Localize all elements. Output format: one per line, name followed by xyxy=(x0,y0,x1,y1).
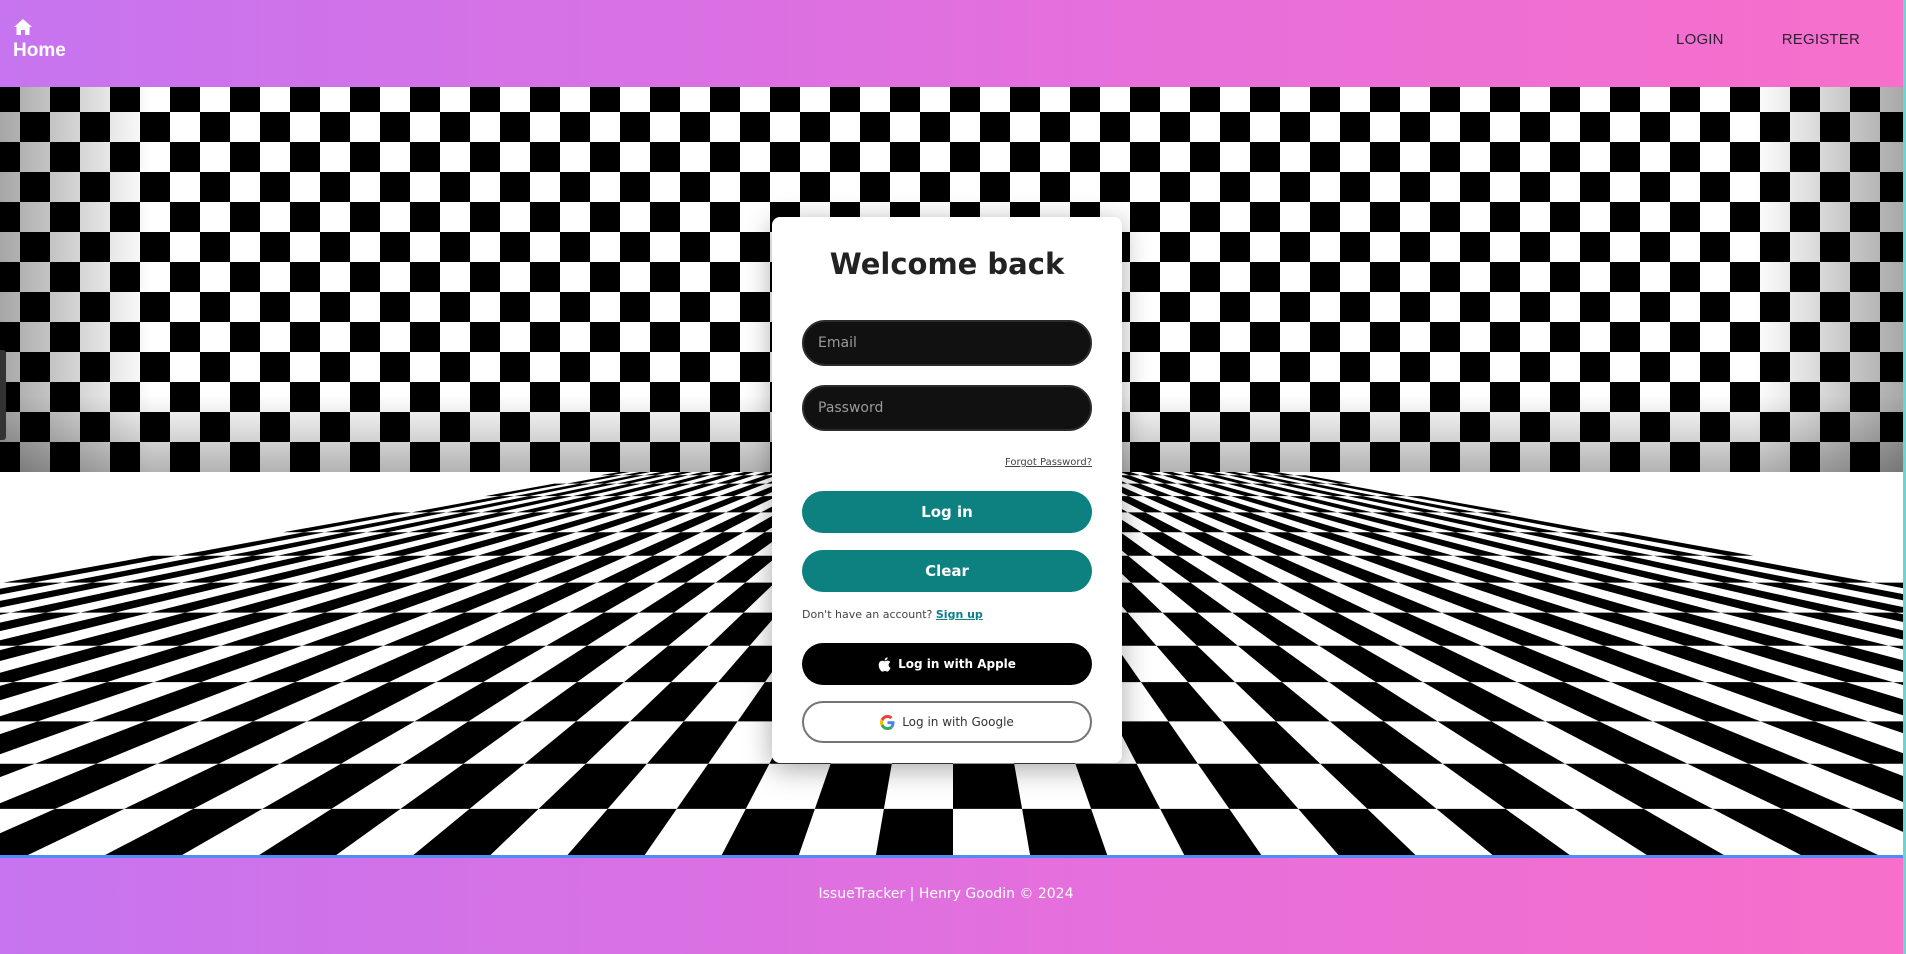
apple-button-label: Log in with Apple xyxy=(898,657,1016,671)
floor-tile xyxy=(710,472,734,476)
floor-tile xyxy=(1565,763,1713,809)
forgot-password-link[interactable]: Forgot Password? xyxy=(1005,457,1092,468)
login-title: Welcome back xyxy=(829,247,1065,281)
footer: IssueTracker | Henry Goodin © 2024 xyxy=(0,858,1906,954)
floor-tile xyxy=(124,763,280,809)
floor-tile xyxy=(524,721,630,764)
floor-tile xyxy=(1235,682,1330,722)
floor-tile xyxy=(1162,612,1238,646)
floor-tile xyxy=(402,721,523,764)
floor-tile xyxy=(720,808,815,857)
floor-tile xyxy=(1320,763,1437,809)
google-button-label: Log in with Google xyxy=(902,715,1014,729)
floor-tile xyxy=(1197,763,1299,809)
floor-tile xyxy=(414,682,530,722)
clear-button[interactable]: Clear xyxy=(802,550,1092,592)
floor-tile xyxy=(627,612,709,646)
floor-tile xyxy=(1120,472,1141,476)
floor-tile xyxy=(1153,555,1221,583)
floor-tile xyxy=(1245,472,1273,476)
login-card: Welcome back Forgot Password? Log in Cle… xyxy=(772,217,1122,763)
floor-tile xyxy=(565,808,677,857)
floor-tile xyxy=(953,763,1023,809)
floor-tile xyxy=(708,582,775,613)
floor-tile xyxy=(1203,472,1229,476)
floor-tile xyxy=(624,645,709,683)
email-input[interactable] xyxy=(802,320,1092,366)
google-icon xyxy=(880,714,895,730)
floor-tile xyxy=(638,582,716,613)
floor-tile xyxy=(1712,808,1883,857)
floor-tile xyxy=(1140,472,1163,476)
floor-tile xyxy=(1182,472,1207,476)
floor-tile xyxy=(630,682,718,722)
floor-tile xyxy=(1022,808,1108,857)
floor-tile xyxy=(1545,721,1688,764)
floor-tile xyxy=(1156,645,1235,683)
floor-tile xyxy=(0,808,125,857)
floor-tile xyxy=(1436,808,1573,857)
floor-tile xyxy=(1319,645,1423,683)
floor-tile xyxy=(715,555,778,583)
floor-tile xyxy=(1160,808,1263,857)
floor-tile xyxy=(1161,472,1185,476)
floor-tile xyxy=(1232,612,1320,646)
floor-tile xyxy=(1442,763,1575,809)
floor-tile xyxy=(546,612,639,646)
floor-tile xyxy=(400,763,525,809)
floor-tile xyxy=(1075,763,1161,809)
floor-tile xyxy=(279,721,415,764)
nav-register-link[interactable]: REGISTER xyxy=(1782,31,1860,48)
floor-tile xyxy=(647,721,738,764)
floor-tile xyxy=(1237,645,1329,683)
home-icon xyxy=(14,19,32,35)
floor-tile xyxy=(732,472,755,476)
signup-link[interactable]: Sign up xyxy=(936,608,983,621)
floor-tile xyxy=(538,763,647,809)
signup-prompt: Don't have an account? xyxy=(802,608,933,621)
floor-tile xyxy=(708,612,779,646)
nav-links: LOGIN REGISTER xyxy=(1676,31,1860,48)
floor-tile xyxy=(666,472,692,476)
floor-tile xyxy=(1437,721,1565,764)
home-label: Home xyxy=(13,40,66,61)
floor-tile xyxy=(256,808,401,857)
apple-icon xyxy=(878,656,891,672)
floor-tile xyxy=(644,472,672,476)
floor-tile xyxy=(1224,472,1251,476)
side-feedback-tab[interactable] xyxy=(0,350,6,440)
floor-tile xyxy=(1329,721,1443,764)
apple-login-button[interactable]: Log in with Apple xyxy=(802,643,1092,685)
floor-tile xyxy=(1329,682,1438,722)
password-input[interactable] xyxy=(802,385,1092,431)
nav-login-link[interactable]: LOGIN xyxy=(1676,31,1724,48)
floor-tile xyxy=(411,808,539,857)
floor-tile xyxy=(522,682,624,722)
floor-tile xyxy=(530,645,628,683)
floor-tile xyxy=(262,763,403,809)
floor-tile xyxy=(688,472,713,476)
signup-row: Don't have an account? Sign up xyxy=(802,608,983,621)
top-navbar: Home LOGIN REGISTER xyxy=(0,0,1906,87)
floor-tile xyxy=(875,808,953,857)
floor-tile xyxy=(1574,808,1728,857)
floor-tile xyxy=(676,763,770,809)
home-link[interactable]: Home xyxy=(13,18,66,62)
google-login-button[interactable]: Log in with Google xyxy=(802,701,1092,743)
floor-tile xyxy=(814,763,892,809)
footer-text: IssueTracker | Henry Goodin © 2024 xyxy=(818,886,1074,902)
floor-tile xyxy=(0,763,158,809)
floor-tile xyxy=(1141,682,1223,722)
floor-tile xyxy=(1222,721,1321,764)
floor-tile xyxy=(1160,582,1233,613)
login-button[interactable]: Log in xyxy=(802,491,1092,533)
floor-tile xyxy=(1298,808,1418,857)
floor-tile xyxy=(1266,472,1295,476)
floor-tile xyxy=(101,808,263,857)
floor-tile xyxy=(1423,682,1546,722)
floor-tile xyxy=(1114,721,1198,764)
